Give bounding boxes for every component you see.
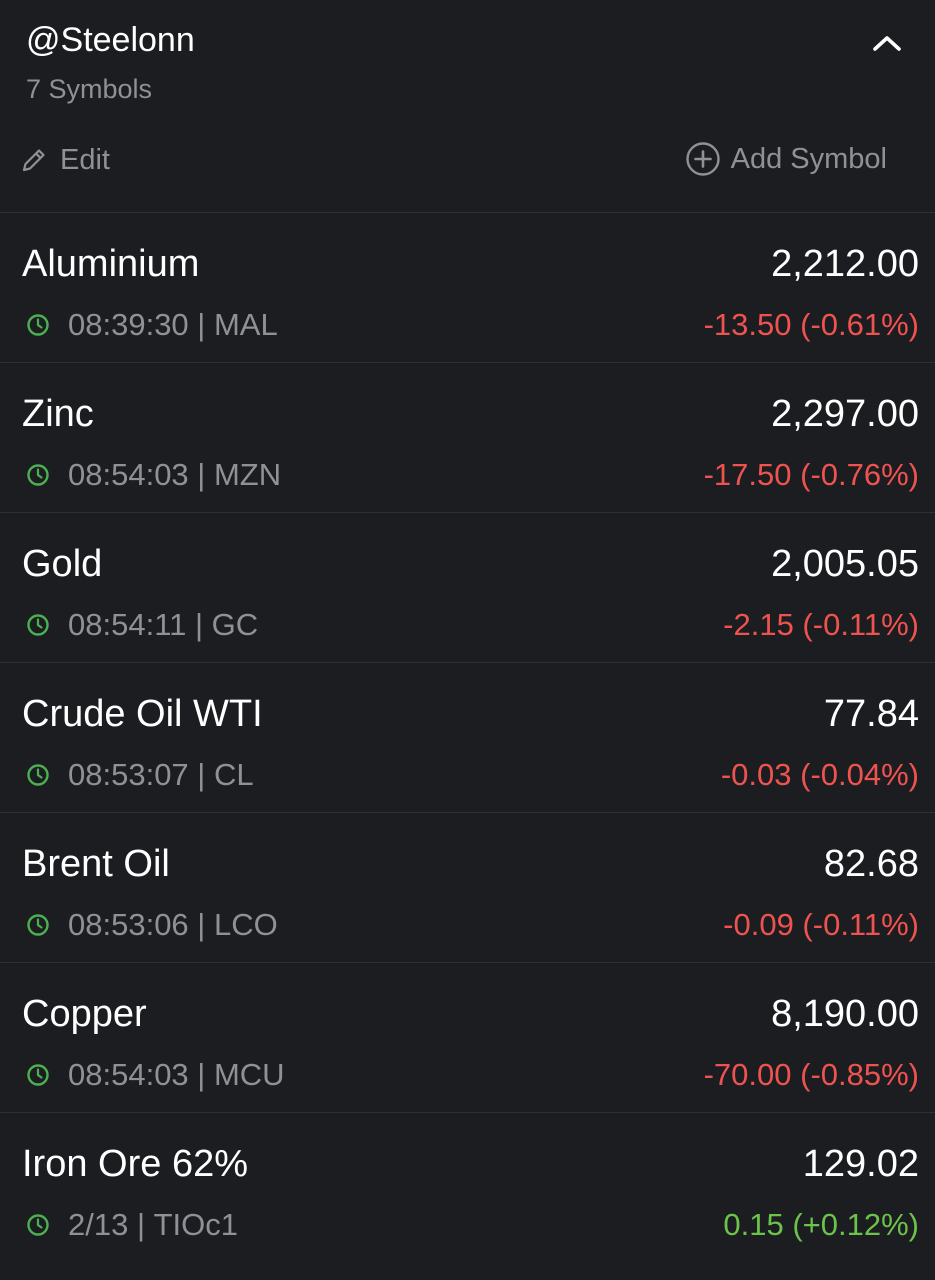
meta-separator: | xyxy=(188,1057,214,1092)
clock-icon xyxy=(26,913,50,937)
symbol-time: 08:53:07 xyxy=(68,757,189,792)
symbol-price: 2,212.00 xyxy=(771,243,919,285)
symbol-row[interactable]: Crude Oil WTI 77.84 08:53:07 | CL -0.03 … xyxy=(0,663,935,813)
symbol-time: 08:53:06 xyxy=(68,907,189,942)
symbol-change: -70.00 (-0.85%) xyxy=(703,1057,919,1092)
symbol-price: 2,297.00 xyxy=(771,393,919,435)
meta-separator: | xyxy=(186,607,212,642)
symbol-time: 08:54:11 xyxy=(68,607,187,642)
plus-circle-icon xyxy=(685,142,720,176)
clock-icon xyxy=(26,1063,50,1087)
pencil-icon xyxy=(22,149,45,172)
symbol-price: 8,190.00 xyxy=(771,993,919,1035)
symbol-change: -17.50 (-0.76%) xyxy=(703,457,919,492)
add-symbol-button[interactable]: Add Symbol xyxy=(685,138,887,180)
clock-icon xyxy=(26,763,50,787)
clock-icon xyxy=(26,613,50,637)
chevron-up-icon xyxy=(873,36,901,51)
symbol-ticker: MCU xyxy=(213,1057,285,1092)
symbol-change: 0.15 (+0.12%) xyxy=(723,1207,919,1242)
symbol-time: 08:54:03 xyxy=(68,457,189,492)
symbol-ticker: LCO xyxy=(213,907,278,942)
symbol-time: 2/13 xyxy=(68,1207,129,1242)
symbol-row[interactable]: Brent Oil 82.68 08:53:06 | LCO -0.09 (-0… xyxy=(0,813,935,963)
symbol-price: 82.68 xyxy=(823,843,919,885)
edit-label: Edit xyxy=(60,143,110,176)
symbol-change: -2.15 (-0.11%) xyxy=(723,607,919,642)
symbol-change: -0.03 (-0.04%) xyxy=(720,757,919,792)
symbol-row[interactable]: Zinc 2,297.00 08:54:03 | MZN -17.50 (-0.… xyxy=(0,363,935,513)
meta-separator: | xyxy=(188,907,214,942)
symbol-meta: 08:54:11 | GC xyxy=(26,605,258,645)
symbol-price: 129.02 xyxy=(802,1143,919,1185)
clock-icon xyxy=(26,1213,50,1237)
symbol-list: Aluminium 2,212.00 08:39:30 | MAL -13.50… xyxy=(0,213,935,1263)
symbol-name: Brent Oil xyxy=(22,843,170,885)
symbol-ticker: MAL xyxy=(213,307,278,342)
symbol-row[interactable]: Copper 8,190.00 08:54:03 | MCU -70.00 (-… xyxy=(0,963,935,1113)
watchlist-title[interactable]: @Steelonn xyxy=(26,18,195,62)
symbol-name: Zinc xyxy=(22,393,94,435)
symbol-meta: 08:39:30 | MAL xyxy=(26,305,278,345)
symbol-name: Copper xyxy=(22,993,147,1035)
symbol-ticker: MZN xyxy=(213,457,282,492)
symbol-price: 77.84 xyxy=(823,693,919,735)
symbol-name: Gold xyxy=(22,543,103,585)
symbol-count: 7 Symbols xyxy=(26,74,153,104)
meta-separator: | xyxy=(188,307,214,342)
symbol-name: Aluminium xyxy=(22,243,200,285)
meta-separator: | xyxy=(188,457,214,492)
clock-icon xyxy=(26,313,50,337)
add-symbol-label: Add Symbol xyxy=(730,142,887,175)
symbol-meta: 08:54:03 | MCU xyxy=(26,1055,285,1095)
edit-button[interactable]: Edit xyxy=(20,140,110,180)
symbol-meta: 08:53:07 | CL xyxy=(26,755,254,795)
symbol-row[interactable]: Aluminium 2,212.00 08:39:30 | MAL -13.50… xyxy=(0,213,935,363)
symbol-row[interactable]: Iron Ore 62% 129.02 2/13 | TIOc1 0.15 (+… xyxy=(0,1113,935,1263)
symbol-meta: 2/13 | TIOc1 xyxy=(26,1205,238,1245)
symbol-time: 08:54:03 xyxy=(68,1057,189,1092)
symbol-ticker: TIOc1 xyxy=(153,1207,239,1242)
symbol-name: Crude Oil WTI xyxy=(22,693,263,735)
collapse-button[interactable] xyxy=(866,24,908,62)
symbol-price: 2,005.05 xyxy=(771,543,919,585)
symbol-change: -0.09 (-0.11%) xyxy=(723,907,919,942)
meta-separator: | xyxy=(188,757,214,792)
symbol-time: 08:39:30 xyxy=(68,307,189,342)
watchlist-header: @Steelonn 7 Symbols Edit Add Symbol xyxy=(0,0,935,213)
symbol-ticker: CL xyxy=(213,757,254,792)
symbol-meta: 08:54:03 | MZN xyxy=(26,455,281,495)
symbol-name: Iron Ore 62% xyxy=(22,1143,248,1185)
symbol-meta: 08:53:06 | LCO xyxy=(26,905,278,945)
symbol-row[interactable]: Gold 2,005.05 08:54:11 | GC -2.15 (-0.11… xyxy=(0,513,935,663)
symbol-ticker: GC xyxy=(211,607,259,642)
meta-separator: | xyxy=(128,1207,154,1242)
symbol-change: -13.50 (-0.61%) xyxy=(703,307,919,342)
clock-icon xyxy=(26,463,50,487)
